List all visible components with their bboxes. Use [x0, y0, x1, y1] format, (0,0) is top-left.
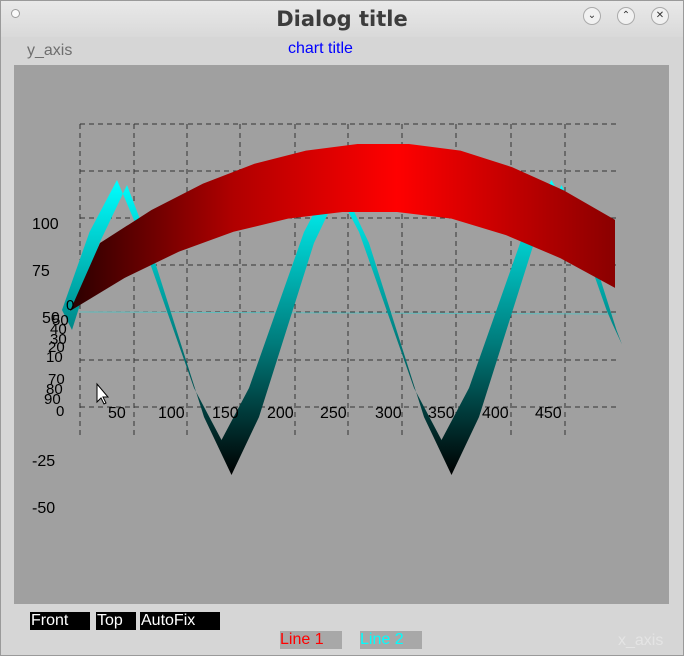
- x-tick-label: 400: [482, 405, 509, 422]
- x-axis-label: x_axis: [618, 632, 664, 649]
- mouse-cursor-icon: [96, 382, 110, 405]
- x-tick-labels: 50 100 150 200 250 300 350 400 450: [108, 405, 562, 422]
- autofix-button[interactable]: AutoFix: [140, 612, 220, 630]
- y-tick-label: -50: [32, 500, 55, 517]
- chart-canvas: 50 100 150 200 250 300 350 400 450 1007550-25-50…: [32, 123, 622, 517]
- z-tick-label: 10: [46, 349, 63, 366]
- legend-label-line-2: Line 2: [360, 631, 404, 648]
- legend-item-line-1: Line 1: [280, 631, 342, 649]
- y-tick-label: 100: [32, 216, 59, 233]
- legend-label-line-1: Line 1: [280, 631, 324, 648]
- front-view-button[interactable]: Front: [30, 612, 90, 630]
- x-tick-label: 300: [375, 405, 402, 422]
- y-tick-label: 75: [32, 263, 50, 280]
- x-tick-label: 200: [267, 405, 294, 422]
- z-tick-label: 0: [56, 403, 64, 420]
- x-tick-label: 100: [158, 405, 185, 422]
- x-tick-label: 450: [535, 405, 562, 422]
- y-tick-label: -25: [32, 453, 55, 470]
- top-view-button[interactable]: Top: [96, 612, 136, 630]
- series-line-1-layer: [70, 143, 616, 311]
- x-tick-label: 250: [320, 405, 347, 422]
- x-tick-label: 150: [212, 405, 239, 422]
- legend-item-line-2: Line 2: [360, 631, 422, 649]
- series-line-1-surface: [70, 144, 615, 311]
- y-tick-labels: 1007550-25-50: [32, 216, 60, 517]
- x-tick-label: 50: [108, 405, 126, 422]
- x-tick-label: 350: [428, 405, 455, 422]
